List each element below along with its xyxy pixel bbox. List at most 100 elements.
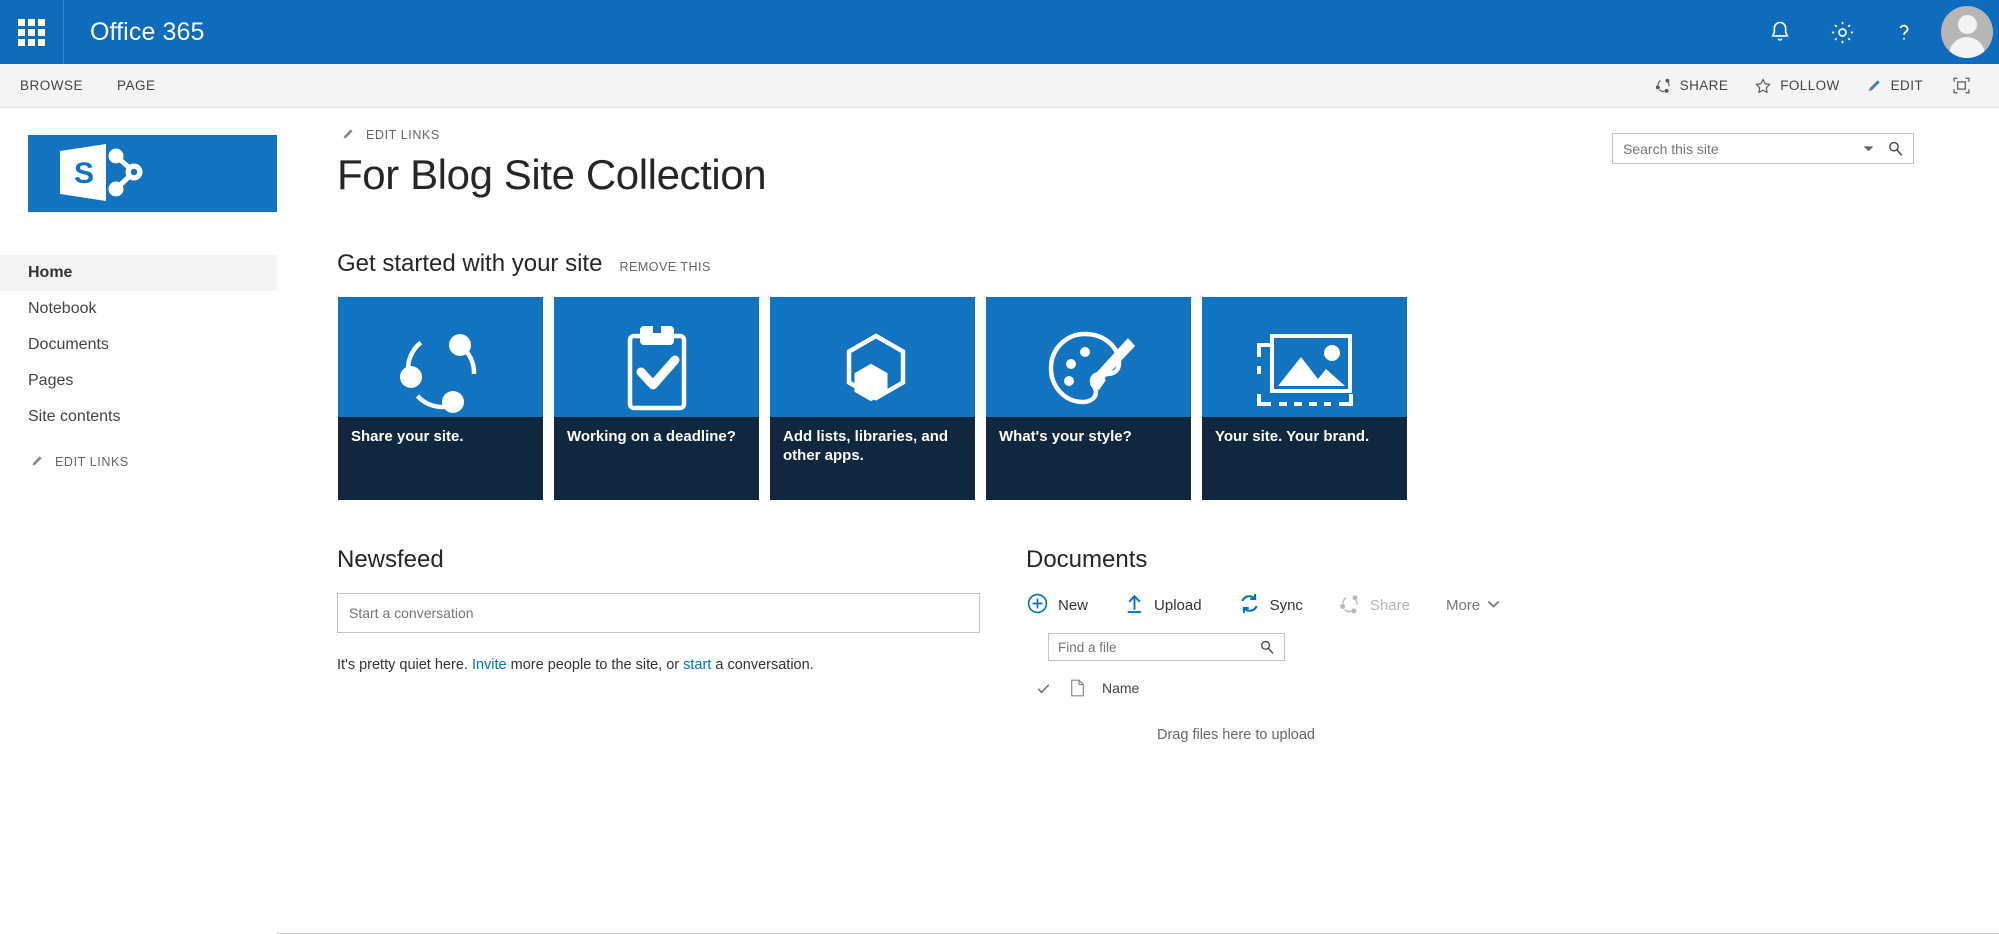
empty-middle: more people to the site, or [506,657,684,673]
documents-webpart: Documents New Upload Sync Share More Fin… [1026,546,1586,743]
remove-this-button[interactable]: REMOVE THIS [619,260,710,274]
sidebar-item-label: Pages [28,372,74,389]
sync-icon [1238,592,1261,619]
avatar[interactable] [1935,0,1999,64]
lower-webparts: Newsfeed It's pretty quiet here. Invite … [337,546,1999,743]
empty-suffix: a conversation. [711,657,814,673]
tile-your-site-your-brand[interactable]: Your site. Your brand. [1202,297,1407,500]
tile-caption: What's your style? [986,417,1191,500]
sidebar-item-label: Notebook [28,300,97,317]
select-all-checkmark-icon[interactable] [1026,681,1060,696]
share-icon [1655,77,1672,94]
help-icon[interactable] [1873,0,1935,64]
site-nav: Home Notebook Documents Pages Site conte… [0,255,277,471]
notifications-icon[interactable] [1749,0,1811,64]
ribbon-bar: BROWSE PAGE SHARE FOLLOW EDIT [0,64,1999,108]
tile-whats-your-style[interactable]: What's your style? [986,297,1191,500]
suite-bar: Office 365 [0,0,1999,64]
new-label: New [1058,597,1089,614]
conversation-input[interactable] [338,605,979,621]
start-conversation-link[interactable]: start [683,657,711,673]
column-header-name[interactable]: Name [1094,680,1139,696]
ribbon-tab-browse[interactable]: BROWSE [0,64,100,108]
sidebar-item-home[interactable]: Home [0,255,277,291]
site-logo[interactable]: S [28,135,277,212]
newsfeed-webpart: Newsfeed It's pretty quiet here. Invite … [337,546,997,743]
avatar-image [1941,6,1993,58]
search-icon[interactable] [1259,639,1284,655]
follow-button[interactable]: FOLLOW [1741,64,1852,108]
get-started-header: Get started with your site REMOVE THIS [337,250,1999,278]
sync-label: Sync [1269,597,1303,614]
find-a-file-box[interactable] [1048,633,1285,661]
start-conversation-box[interactable] [337,593,980,633]
left-navigation: S Home Notebook Documents Pages Site con… [0,108,277,934]
site-search-box[interactable] [1612,133,1914,164]
drag-files-dropzone[interactable]: Drag files here to upload [1026,727,1446,743]
invite-link[interactable]: Invite [472,657,507,673]
edit-button[interactable]: EDIT [1853,64,1936,108]
follow-label: FOLLOW [1780,78,1840,93]
edit-label: EDIT [1890,78,1923,93]
settings-gear-icon[interactable] [1811,0,1873,64]
upload-arrow-icon [1124,592,1145,619]
tile-working-on-a-deadline[interactable]: Working on a deadline? [554,297,759,500]
sidebar-edit-links-label: EDIT LINKS [55,455,129,469]
share-documents-label: Share [1369,597,1410,614]
newsfeed-title: Newsfeed [337,546,444,573]
waffle-grid [18,18,45,46]
sidebar-item-label: Home [28,264,73,281]
get-started-tiles: Share your site. Working on a deadline? [338,297,1999,500]
sidebar-item-site-contents[interactable]: Site contents [0,399,277,435]
tile-caption: Share your site. [338,417,543,500]
svg-text:S: S [74,157,94,190]
chevron-down-icon[interactable] [1854,142,1883,155]
sidebar-edit-links-button[interactable]: EDIT LINKS [0,453,277,471]
upload-button[interactable]: Upload [1124,592,1202,619]
sidebar-item-pages[interactable]: Pages [0,363,277,399]
main-content: EDIT LINKS For Blog Site Collection Get … [277,108,1999,934]
get-started-title: Get started with your site [337,250,603,277]
documents-title: Documents [1026,546,1148,573]
app-launcher-icon[interactable] [0,0,64,64]
sync-button[interactable]: Sync [1238,592,1303,619]
newsfeed-empty-message: It's pretty quiet here. Invite more peop… [337,657,997,673]
sidebar-item-notebook[interactable]: Notebook [0,291,277,327]
ribbon-actions: SHARE FOLLOW EDIT [1642,64,1999,108]
tile-caption: Add lists, libraries, and other apps. [770,417,975,500]
tile-add-lists-libraries-apps[interactable]: Add lists, libraries, and other apps. [770,297,975,500]
share-icon [1339,593,1361,619]
title-edit-links-label: EDIT LINKS [366,128,440,142]
document-type-icon[interactable] [1060,679,1094,697]
pencil-icon [1866,77,1883,94]
share-label: SHARE [1679,78,1729,93]
pencil-icon [341,126,356,144]
find-file-input[interactable] [1049,639,1259,655]
share-button[interactable]: SHARE [1642,64,1742,108]
suite-brand-label[interactable]: Office 365 [64,18,205,47]
documents-column-headers: Name [1026,679,1586,697]
tile-caption: Your site. Your brand. [1202,417,1407,500]
ribbon-tab-page[interactable]: PAGE [100,64,173,108]
tile-share-your-site[interactable]: Share your site. [338,297,543,500]
star-icon [1754,77,1772,95]
share-documents-button: Share [1339,593,1410,619]
sidebar-item-label: Site contents [28,408,121,425]
chevron-down-icon [1487,597,1500,614]
pencil-icon [30,453,45,471]
documents-toolbar: New Upload Sync Share More [1026,592,1586,619]
upload-label: Upload [1154,597,1202,614]
suite-bar-actions [1749,0,1999,64]
sidebar-item-label: Documents [28,336,109,353]
empty-prefix: It's pretty quiet here. [337,657,472,673]
search-input[interactable] [1613,140,1854,157]
tile-caption: Working on a deadline? [554,417,759,500]
focus-on-content-button[interactable] [1936,64,1985,108]
more-button[interactable]: More [1446,597,1500,614]
focus-on-content-icon [1952,76,1971,95]
sidebar-item-documents[interactable]: Documents [0,327,277,363]
search-icon[interactable] [1883,140,1913,157]
page-body: S Home Notebook Documents Pages Site con… [0,108,1999,934]
new-button[interactable]: New [1026,592,1088,619]
plus-circle-icon [1026,592,1049,619]
